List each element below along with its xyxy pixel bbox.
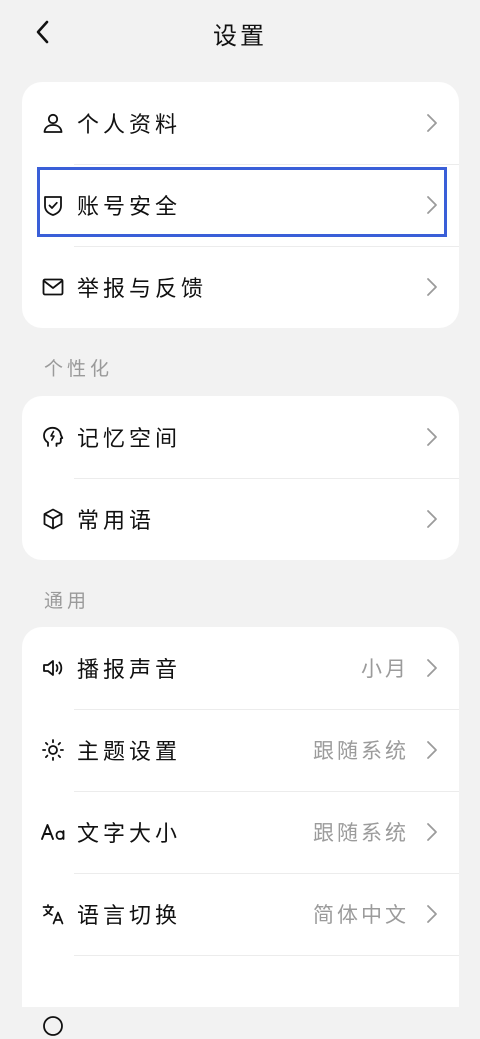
settings-item-label: 播报声音 (77, 658, 182, 683)
settings-item-value: 小月 (361, 657, 409, 681)
memory-head-icon (40, 424, 66, 450)
section-title-general: 通用 (44, 590, 91, 612)
settings-item-label: 常用语 (77, 509, 156, 534)
settings-item-partial[interactable] (22, 955, 459, 1037)
settings-item-label: 账号安全 (77, 195, 182, 220)
speaker-icon (40, 655, 66, 681)
settings-item-label: 文字大小 (77, 822, 182, 847)
font-size-icon (40, 819, 66, 845)
mail-icon (40, 274, 66, 300)
shield-check-icon (40, 192, 66, 218)
partial-item-icon (40, 1013, 66, 1039)
chevron-right-icon (425, 276, 439, 298)
settings-item-theme[interactable]: 主题设置 跟随系统 (22, 709, 459, 791)
settings-item-voice[interactable]: 播报声音 小月 (22, 627, 459, 709)
header: 设置 (0, 0, 480, 64)
chevron-right-icon (425, 426, 439, 448)
settings-item-label: 记忆空间 (77, 427, 182, 452)
personalization-card: 记忆空间 常用语 (22, 396, 459, 560)
settings-item-label: 个人资料 (77, 113, 182, 138)
settings-item-label: 语言切换 (77, 904, 182, 929)
settings-item-value: 跟随系统 (313, 739, 409, 763)
settings-item-report-feedback[interactable]: 举报与反馈 (22, 246, 459, 328)
account-settings-card: 个人资料 账号安全 举报与反馈 (22, 82, 459, 328)
sun-icon (40, 737, 66, 763)
settings-item-value: 跟随系统 (313, 821, 409, 845)
general-card: 播报声音 小月 主题设置 跟随系统 文字大小 跟随系统 语言切换 简体中文 (22, 627, 459, 1036)
cube-icon (40, 506, 66, 532)
settings-item-font-size[interactable]: 文字大小 跟随系统 (22, 791, 459, 873)
settings-item-memory-space[interactable]: 记忆空间 (22, 396, 459, 478)
translate-icon (40, 901, 66, 927)
chevron-right-icon (425, 821, 439, 843)
settings-item-label: 举报与反馈 (77, 277, 208, 302)
person-icon (40, 110, 66, 136)
chevron-right-icon (425, 112, 439, 134)
settings-item-label: 主题设置 (77, 740, 182, 765)
chevron-right-icon (425, 657, 439, 679)
settings-item-account-security[interactable]: 账号安全 (22, 164, 459, 246)
chevron-right-icon (425, 903, 439, 925)
settings-item-language[interactable]: 语言切换 简体中文 (22, 873, 459, 955)
settings-item-value: 简体中文 (313, 903, 409, 927)
section-title-personalization: 个性化 (44, 358, 114, 380)
settings-item-profile[interactable]: 个人资料 (22, 82, 459, 164)
settings-item-common-phrases[interactable]: 常用语 (22, 478, 459, 560)
chevron-right-icon (425, 194, 439, 216)
chevron-right-icon (425, 739, 439, 761)
page-title: 设置 (213, 22, 267, 50)
chevron-right-icon (425, 508, 439, 530)
